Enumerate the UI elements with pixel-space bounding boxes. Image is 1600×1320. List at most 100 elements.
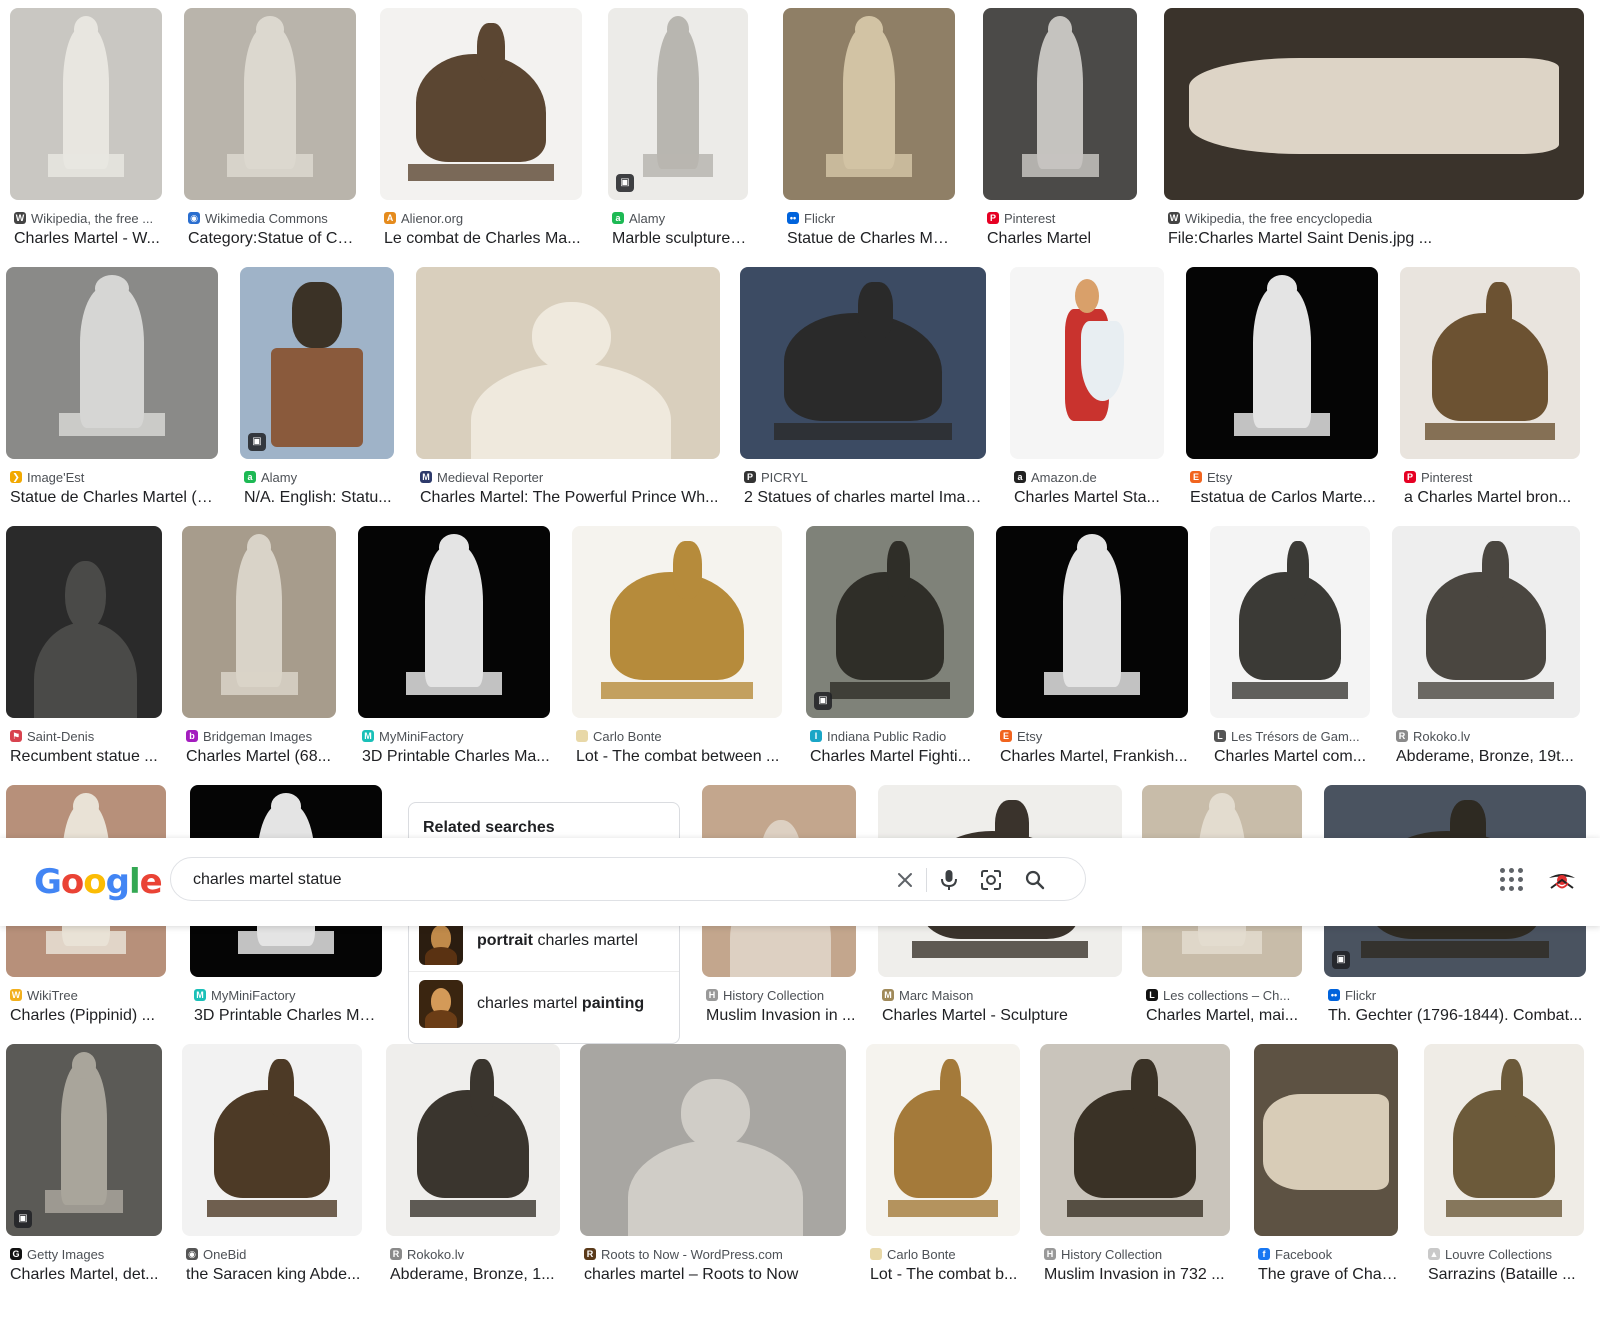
result-source[interactable]: •• Flickr	[1324, 987, 1586, 1003]
image-result[interactable]: ◉ Wikimedia Commons Category:Statue of Ch.…	[184, 8, 356, 248]
result-title[interactable]: a Charles Martel bron...	[1400, 489, 1580, 507]
result-source[interactable]: M MyMiniFactory	[190, 987, 382, 1003]
image-result[interactable]: M MyMiniFactory 3D Printable Charles Ma...	[358, 526, 550, 766]
result-title[interactable]: N/A. English: Statu...	[240, 489, 394, 507]
image-result[interactable]: •• Flickr Statue de Charles Mar...	[783, 8, 955, 248]
search-input[interactable]	[193, 869, 873, 891]
result-thumbnail[interactable]	[416, 267, 720, 459]
result-thumbnail[interactable]	[1400, 267, 1580, 459]
image-result[interactable]: Carlo Bonte Lot - The combat b...	[866, 1044, 1020, 1284]
result-title[interactable]: Charles Martel, mai...	[1142, 1007, 1302, 1025]
result-source[interactable]: M MyMiniFactory	[358, 728, 550, 744]
result-title[interactable]: The grave of Charl...	[1254, 1266, 1398, 1284]
image-result[interactable]: W Wikipedia, the free ... Charles Martel -…	[10, 8, 162, 248]
result-title[interactable]: Charles Martel Fighti...	[806, 748, 974, 766]
image-result[interactable]: a Amazon.de Charles Martel Sta...	[1010, 267, 1164, 507]
image-result[interactable]: R Rokoko.lv Abderame, Bronze, 19t...	[1392, 526, 1580, 766]
result-source[interactable]: H History Collection	[1040, 1246, 1230, 1262]
result-source[interactable]: R Roots to Now - WordPress.com	[580, 1246, 846, 1262]
result-title[interactable]: the Saracen king Abde...	[182, 1266, 362, 1284]
result-thumbnail[interactable]	[182, 1044, 362, 1236]
result-source[interactable]: A Alienor.org	[380, 210, 582, 226]
image-result[interactable]: R Roots to Now - WordPress.com charles mar…	[580, 1044, 846, 1284]
google-logo[interactable]: Google	[34, 862, 163, 902]
result-title[interactable]: Charles Martel	[983, 230, 1137, 248]
result-title[interactable]: Muslim Invasion in ...	[702, 1007, 856, 1025]
result-title[interactable]: charles martel – Roots to Now	[580, 1266, 846, 1284]
result-title[interactable]: Marble sculpture st...	[608, 230, 748, 248]
result-title[interactable]: 2 Statues of charles martel Imag...	[740, 489, 986, 507]
result-thumbnail[interactable]: ▣	[608, 8, 748, 200]
result-source[interactable]: ⚑ Saint-Denis	[6, 728, 162, 744]
result-source[interactable]: P Pinterest	[983, 210, 1137, 226]
result-title[interactable]: Recumbent statue ...	[6, 748, 162, 766]
result-title[interactable]: Le combat de Charles Ma...	[380, 230, 582, 248]
image-result[interactable]: ▣ I Indiana Public Radio Charles Martel Fig…	[806, 526, 974, 766]
result-source[interactable]: ◉ OneBid	[182, 1246, 362, 1262]
result-source[interactable]: b Bridgeman Images	[182, 728, 336, 744]
result-source[interactable]: E Etsy	[996, 728, 1188, 744]
result-source[interactable]: G Getty Images	[6, 1246, 162, 1262]
result-title[interactable]: 3D Printable Charles Mart...	[190, 1007, 382, 1025]
result-title[interactable]: Muslim Invasion in 732 ...	[1040, 1266, 1230, 1284]
result-thumbnail[interactable]	[572, 526, 782, 718]
image-result[interactable]: ▣ a Alamy Marble sculpture st...	[608, 8, 748, 248]
result-thumbnail[interactable]: ▣	[806, 526, 974, 718]
result-source[interactable]: ◉ Wikimedia Commons	[184, 210, 356, 226]
result-title[interactable]: Charles Martel, det...	[6, 1266, 162, 1284]
result-title[interactable]: Charles Martel, Frankish...	[996, 748, 1188, 766]
result-thumbnail[interactable]	[866, 1044, 1020, 1236]
result-source[interactable]: L Les collections – Ch...	[1142, 987, 1302, 1003]
result-thumbnail[interactable]	[783, 8, 955, 200]
result-title[interactable]: Charles Martel com...	[1210, 748, 1370, 766]
result-thumbnail[interactable]	[740, 267, 986, 459]
result-thumbnail[interactable]	[580, 1044, 846, 1236]
result-title[interactable]: Abderame, Bronze, 1...	[386, 1266, 560, 1284]
result-source[interactable]: E Etsy	[1186, 469, 1378, 485]
result-source[interactable]: M Marc Maison	[878, 987, 1122, 1003]
result-source[interactable]: f Facebook	[1254, 1246, 1398, 1262]
result-thumbnail[interactable]	[182, 526, 336, 718]
result-title[interactable]: Charles (Pippinid) ...	[6, 1007, 166, 1025]
result-source[interactable]: •• Flickr	[783, 210, 955, 226]
result-thumbnail[interactable]	[996, 526, 1188, 718]
result-title[interactable]: 3D Printable Charles Ma...	[358, 748, 550, 766]
result-thumbnail[interactable]	[1040, 1044, 1230, 1236]
image-result[interactable]: L Les Trésors de Gam... Charles Martel com…	[1210, 526, 1370, 766]
result-source[interactable]: W WikiTree	[6, 987, 166, 1003]
result-thumbnail[interactable]	[358, 526, 550, 718]
result-title[interactable]: Statue de Charles Mar...	[783, 230, 955, 248]
result-title[interactable]: Estatua de Carlos Marte...	[1186, 489, 1378, 507]
result-thumbnail[interactable]: ▣	[240, 267, 394, 459]
result-thumbnail[interactable]	[1210, 526, 1370, 718]
search-icon[interactable]	[1023, 868, 1047, 892]
image-result[interactable]: E Etsy Estatua de Carlos Marte...	[1186, 267, 1378, 507]
image-result[interactable]: W Wikipedia, the free encyclopedia File:Ch…	[1164, 8, 1584, 248]
result-title[interactable]: Category:Statue of Ch...	[184, 230, 356, 248]
result-title[interactable]: Th. Gechter (1796-1844). Combat...	[1324, 1007, 1586, 1025]
result-thumbnail[interactable]	[6, 267, 218, 459]
result-source[interactable]: W Wikipedia, the free ...	[10, 210, 162, 226]
image-result[interactable]: P Pinterest a Charles Martel bron...	[1400, 267, 1580, 507]
result-thumbnail[interactable]	[184, 8, 356, 200]
result-thumbnail[interactable]	[1424, 1044, 1584, 1236]
image-result[interactable]: f Facebook The grave of Charl...	[1254, 1044, 1398, 1284]
clear-icon[interactable]	[893, 868, 917, 892]
result-thumbnail[interactable]	[380, 8, 582, 200]
result-title[interactable]: Charles Martel (68...	[182, 748, 336, 766]
result-title[interactable]: Lot - The combat between ...	[572, 748, 782, 766]
result-title[interactable]: Charles Martel Sta...	[1010, 489, 1164, 507]
result-title[interactable]: Statue de Charles Martel (P...	[6, 489, 218, 507]
image-result[interactable]: M Medieval Reporter Charles Martel: The Po…	[416, 267, 720, 507]
image-result[interactable]: Carlo Bonte Lot - The combat between ...	[572, 526, 782, 766]
result-source[interactable]: Carlo Bonte	[572, 728, 782, 744]
result-title[interactable]: Charles Martel: The Powerful Prince Wh..…	[416, 489, 720, 507]
result-title[interactable]: Charles Martel - W...	[10, 230, 162, 248]
image-result[interactable]: H History Collection Muslim Invasion in 73…	[1040, 1044, 1230, 1284]
result-source[interactable]: H History Collection	[702, 987, 856, 1003]
image-result[interactable]: ▲ Louvre Collections Sarrazins (Bataille .…	[1424, 1044, 1584, 1284]
image-result[interactable]: P PICRYL 2 Statues of charles martel Imag.…	[740, 267, 986, 507]
image-result[interactable]: ▣ a Alamy N/A. English: Statu...	[240, 267, 394, 507]
result-title[interactable]: Charles Martel - Sculpture	[878, 1007, 1122, 1025]
result-title[interactable]: File:Charles Martel Saint Denis.jpg ...	[1164, 230, 1584, 248]
